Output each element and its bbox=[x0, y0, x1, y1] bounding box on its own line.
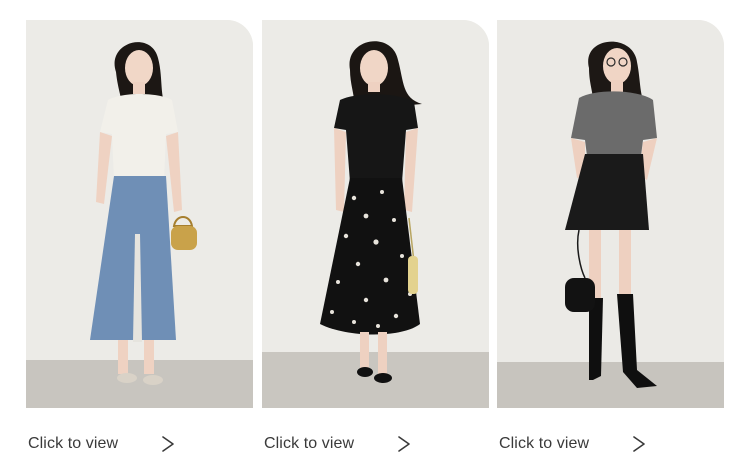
cta-label: Click to view bbox=[499, 435, 590, 452]
chevron-right-icon bbox=[633, 436, 645, 452]
product-photo-2[interactable] bbox=[262, 20, 489, 408]
model-photo-black-top-floral-skirt bbox=[262, 20, 489, 408]
handbag bbox=[565, 278, 595, 312]
product-photo-3[interactable] bbox=[497, 20, 724, 408]
chevron-right-icon bbox=[162, 436, 174, 452]
product-card-3[interactable]: Click to view bbox=[497, 20, 724, 452]
handbag bbox=[171, 226, 197, 250]
product-card-1[interactable]: Click to view bbox=[26, 20, 253, 452]
chevron-right-icon bbox=[398, 436, 410, 452]
model-photo-white-top-denim-skirt bbox=[26, 20, 253, 408]
cta-label: Click to view bbox=[28, 435, 119, 452]
click-to-view-button-3[interactable]: Click to view bbox=[497, 432, 724, 456]
click-to-view-button-1[interactable]: Click to view bbox=[26, 432, 253, 456]
handbag bbox=[408, 256, 418, 294]
model-photo-grey-tee-black-mini-skirt bbox=[497, 20, 724, 408]
product-card-2[interactable]: Click to view bbox=[262, 20, 489, 452]
click-to-view-button-2[interactable]: Click to view bbox=[262, 432, 489, 456]
product-photo-1[interactable] bbox=[26, 20, 253, 408]
cta-label: Click to view bbox=[264, 435, 355, 452]
product-grid: Click to view Click to view Click to vie… bbox=[0, 0, 750, 456]
